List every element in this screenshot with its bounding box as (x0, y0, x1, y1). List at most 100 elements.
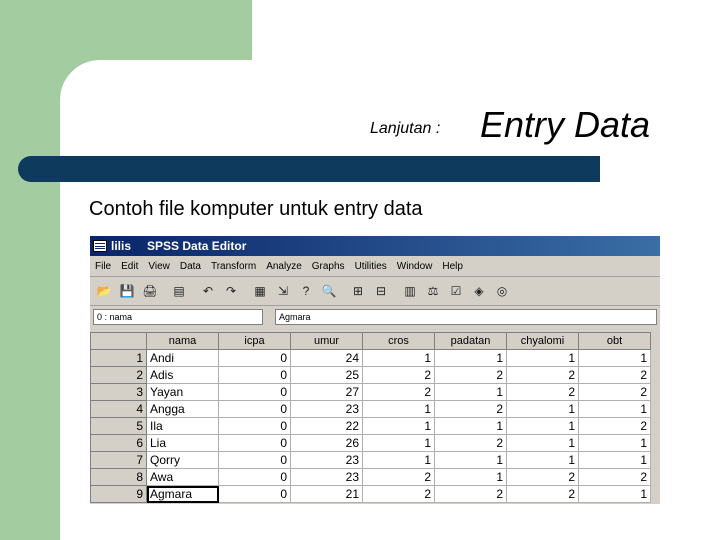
cell-chyalomi[interactable]: 1 (506, 400, 579, 418)
cell-padatan[interactable]: 1 (434, 451, 507, 469)
cell-cros[interactable]: 1 (362, 349, 435, 367)
cell-chyalomi[interactable]: 2 (506, 366, 579, 384)
cell-umur[interactable]: 27 (290, 383, 363, 401)
menu-item-utilities[interactable]: Utilities (350, 261, 392, 272)
cell-nama[interactable]: Andi (146, 349, 219, 367)
cell-icpa[interactable]: 0 (218, 366, 291, 384)
cell-obt[interactable]: 2 (578, 366, 651, 384)
cell-icpa[interactable]: 0 (218, 434, 291, 452)
cell-nama[interactable]: Angga (146, 400, 219, 418)
cell-cros[interactable]: 2 (362, 383, 435, 401)
row-number[interactable]: 5 (90, 417, 147, 435)
cell-nama[interactable]: Ila (146, 417, 219, 435)
cell-padatan[interactable]: 2 (434, 366, 507, 384)
cell-umur[interactable]: 24 (290, 349, 363, 367)
menu-item-file[interactable]: File (90, 261, 116, 272)
cell-umur[interactable]: 21 (290, 485, 363, 503)
cell-chyalomi[interactable]: 2 (506, 468, 579, 486)
row-number[interactable]: 9 (90, 485, 147, 503)
cell-cros[interactable]: 2 (362, 366, 435, 384)
cell-umur[interactable]: 25 (290, 366, 363, 384)
cell-obt[interactable]: 1 (578, 451, 651, 469)
dialog-recall-icon[interactable]: ▤ (169, 281, 189, 301)
cell-padatan[interactable]: 1 (434, 349, 507, 367)
column-header-icpa[interactable]: icpa (218, 332, 291, 350)
row-number[interactable]: 2 (90, 366, 147, 384)
cell-cros[interactable]: 1 (362, 417, 435, 435)
cell-nama[interactable]: Adis (146, 366, 219, 384)
cell-umur[interactable]: 23 (290, 468, 363, 486)
cell-padatan[interactable]: 1 (434, 383, 507, 401)
column-header-obt[interactable]: obt (578, 332, 651, 350)
menu-item-analyze[interactable]: Analyze (261, 261, 307, 272)
split-file-icon[interactable]: ▥ (400, 281, 420, 301)
cell-padatan[interactable]: 1 (434, 417, 507, 435)
cell-cros[interactable]: 1 (362, 451, 435, 469)
cell-padatan[interactable]: 2 (434, 485, 507, 503)
cell-icpa[interactable]: 0 (218, 383, 291, 401)
cell-icpa[interactable]: 0 (218, 468, 291, 486)
spss-title-bar[interactable]: lilis SPSS Data Editor (90, 236, 660, 256)
row-number[interactable]: 1 (90, 349, 147, 367)
row-number[interactable]: 8 (90, 468, 147, 486)
column-header-padatan[interactable]: padatan (434, 332, 507, 350)
cell-chyalomi[interactable]: 1 (506, 417, 579, 435)
menu-item-graphs[interactable]: Graphs (307, 261, 350, 272)
redo-icon[interactable]: ↷ (221, 281, 241, 301)
cell-nama[interactable]: Lia (146, 434, 219, 452)
cell-cros[interactable]: 1 (362, 400, 435, 418)
menu-item-data[interactable]: Data (175, 261, 206, 272)
cell-umur[interactable]: 26 (290, 434, 363, 452)
cell-padatan[interactable]: 2 (434, 400, 507, 418)
cell-icpa[interactable]: 0 (218, 451, 291, 469)
column-header-chyalomi[interactable]: chyalomi (506, 332, 579, 350)
cell-obt[interactable]: 1 (578, 485, 651, 503)
row-number[interactable]: 7 (90, 451, 147, 469)
weight-cases-icon[interactable]: ⚖ (423, 281, 443, 301)
cell-padatan[interactable]: 1 (434, 468, 507, 486)
cell-icpa[interactable]: 0 (218, 349, 291, 367)
column-header-umur[interactable]: umur (290, 332, 363, 350)
column-header-nama[interactable]: nama (146, 332, 219, 350)
cell-obt[interactable]: 2 (578, 417, 651, 435)
cell-nama[interactable]: Qorry (146, 451, 219, 469)
cell-cros[interactable]: 2 (362, 468, 435, 486)
menu-item-transform[interactable]: Transform (206, 261, 261, 272)
cell-chyalomi[interactable]: 2 (506, 383, 579, 401)
insert-variable-icon[interactable]: ⊟ (371, 281, 391, 301)
goto-chart-icon[interactable]: ▦ (250, 281, 270, 301)
select-cases-icon[interactable]: ☑ (446, 281, 466, 301)
cell-obt[interactable]: 2 (578, 383, 651, 401)
save-icon[interactable]: 💾 (117, 281, 137, 301)
cell-nama[interactable]: Agmara (146, 485, 219, 503)
menu-item-window[interactable]: Window (392, 261, 438, 272)
cell-chyalomi[interactable]: 2 (506, 485, 579, 503)
column-header-cros[interactable]: cros (362, 332, 435, 350)
cell-obt[interactable]: 1 (578, 400, 651, 418)
find-icon[interactable]: 🔍 (319, 281, 339, 301)
row-number[interactable]: 4 (90, 400, 147, 418)
insert-case-icon[interactable]: ⊞ (348, 281, 368, 301)
cell-umur[interactable]: 23 (290, 400, 363, 418)
open-icon[interactable]: 📂 (94, 281, 114, 301)
cell-icpa[interactable]: 0 (218, 400, 291, 418)
cell-icpa[interactable]: 0 (218, 417, 291, 435)
cell-obt[interactable]: 1 (578, 434, 651, 452)
cell-nama[interactable]: Awa (146, 468, 219, 486)
row-number[interactable]: 6 (90, 434, 147, 452)
cell-value-field[interactable]: Agmara (275, 309, 657, 325)
cell-cros[interactable]: 1 (362, 434, 435, 452)
variables-icon[interactable]: ? (296, 281, 316, 301)
undo-icon[interactable]: ↶ (198, 281, 218, 301)
cell-chyalomi[interactable]: 1 (506, 434, 579, 452)
menu-item-help[interactable]: Help (437, 261, 468, 272)
cell-chyalomi[interactable]: 1 (506, 349, 579, 367)
cell-obt[interactable]: 1 (578, 349, 651, 367)
cell-padatan[interactable]: 2 (434, 434, 507, 452)
menu-item-view[interactable]: View (143, 261, 175, 272)
goto-case-icon[interactable]: ⇲ (273, 281, 293, 301)
menu-item-edit[interactable]: Edit (116, 261, 143, 272)
cell-chyalomi[interactable]: 1 (506, 451, 579, 469)
cell-nama[interactable]: Yayan (146, 383, 219, 401)
cell-umur[interactable]: 23 (290, 451, 363, 469)
